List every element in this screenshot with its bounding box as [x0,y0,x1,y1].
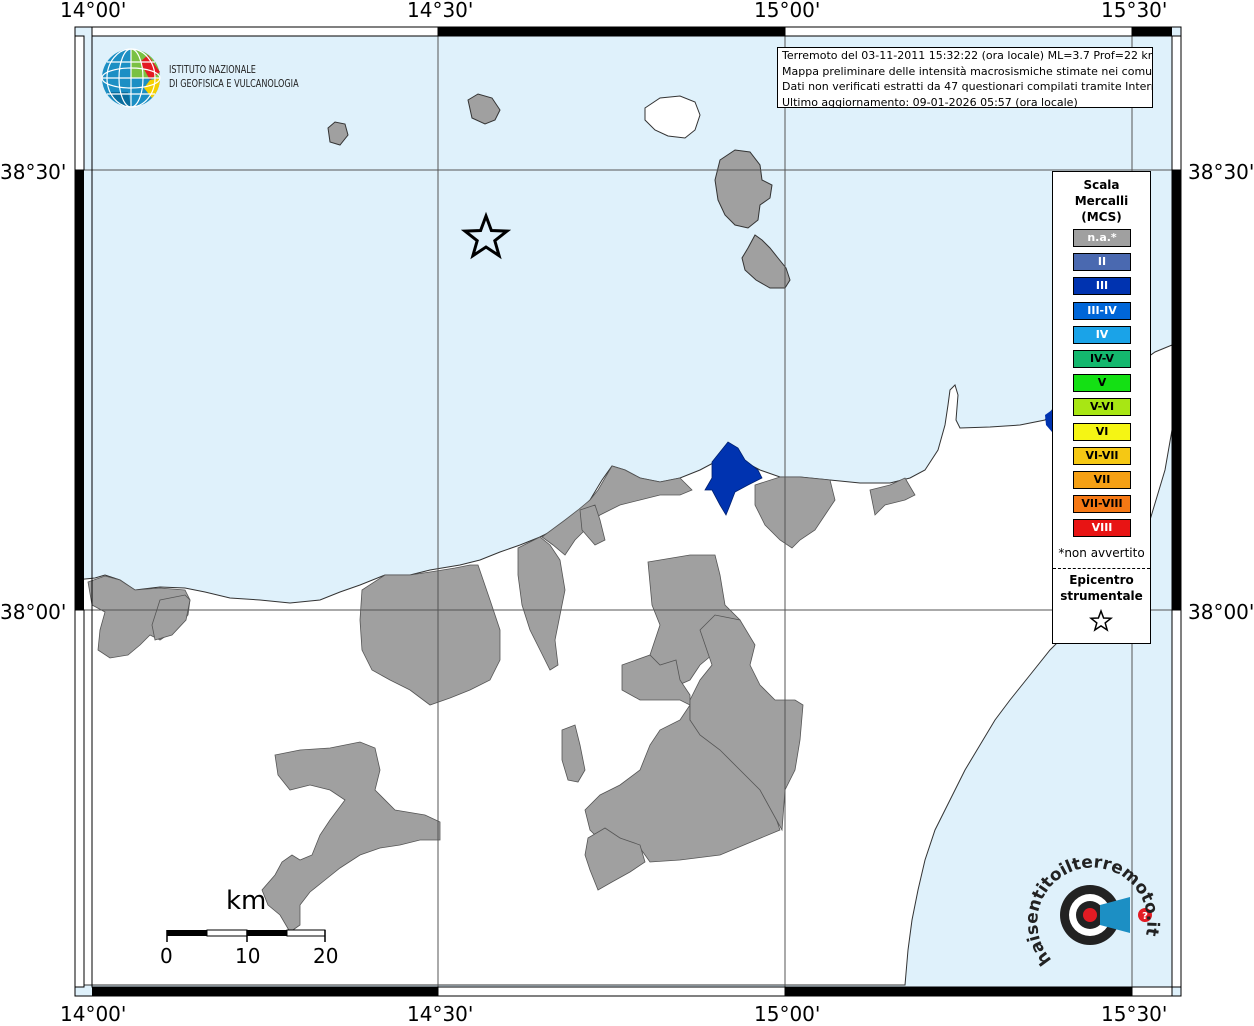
legend-epicenter-line: Epicentro [1069,573,1134,587]
legend-title-line: (MCS) [1081,210,1122,224]
event-info-line: Terremoto del 03-11-2011 15:32:22 (ora l… [782,49,1153,62]
ingv-logo-line: DI GEOFISICA E VULCANOLOGIA [169,77,299,90]
lon-label-bottom-1: 14°00' [60,1002,127,1026]
ingv-logo-text: ISTITUTO NAZIONALE DI GEOFISICA E VULCAN… [169,63,299,91]
legend-item: III [1073,277,1131,296]
legend-epicenter-line: strumentale [1060,589,1143,603]
lon-label-top-4: 15°30' [1101,0,1168,22]
legend-item: IV [1073,325,1131,344]
event-info-line: Dati non verificati estratti da 47 quest… [782,80,1153,93]
legend-item: VIII [1073,519,1131,538]
lon-label-top-3: 15°00' [754,0,821,22]
lon-label-bottom-2: 14°30' [407,1002,474,1026]
scale-tick-label: 20 [313,944,339,968]
legend-item: n.a.* [1073,229,1131,247]
lat-label-right-1: 38°30' [1188,160,1254,184]
legend-title-line: Mercalli [1074,194,1129,208]
legend-item: VI [1073,422,1131,441]
scale-unit-label: km [226,886,267,916]
legend-item: VI-VII [1073,446,1131,465]
legend-item: IV-V [1073,350,1131,368]
lon-label-bottom-4: 15°30' [1101,1002,1168,1026]
legend-item: V-VI [1073,398,1131,417]
lat-label-left-2: 38°00' [0,600,67,624]
legend-epicenter-label: Epicentro strumentale [1053,572,1150,604]
ingv-logo-line: ISTITUTO NAZIONALE [169,63,256,76]
scale-tick-label: 0 [160,944,173,968]
lat-label-right-2: 38°00' [1188,600,1254,624]
lon-label-top-2: 14°30' [407,0,474,22]
lon-label-bottom-3: 15°00' [754,1002,821,1026]
legend-note: *non avvertito [1058,546,1145,560]
ingv-logo-icon [101,48,161,108]
legend-item: V [1073,374,1131,393]
legend-item: VII [1073,471,1131,489]
legend-item: II [1073,253,1131,272]
lon-label-top-1: 14°00' [60,0,127,22]
legend-item: VII-VIII [1073,495,1131,514]
legend-star-icon [1089,609,1113,632]
event-info-box: Terremoto del 03-11-2011 15:32:22 (ora l… [777,47,1153,108]
event-info-line: Mappa preliminare delle intensità macros… [782,64,1153,78]
legend-item: III-IV [1073,301,1131,320]
legend-title-line: Scala [1083,178,1120,192]
event-info-line: Ultimo aggiornamento: 09-01-2026 05:57 (… [782,95,1078,108]
mcs-legend: Scala Mercalli (MCS) n.a.* II III III-IV IV I… [1052,171,1151,644]
lat-label-left-1: 38°30' [0,160,67,184]
legend-separator [1053,568,1150,569]
scale-tick-label: 10 [235,944,261,968]
legend-title: Scala Mercalli (MCS) [1053,177,1150,225]
